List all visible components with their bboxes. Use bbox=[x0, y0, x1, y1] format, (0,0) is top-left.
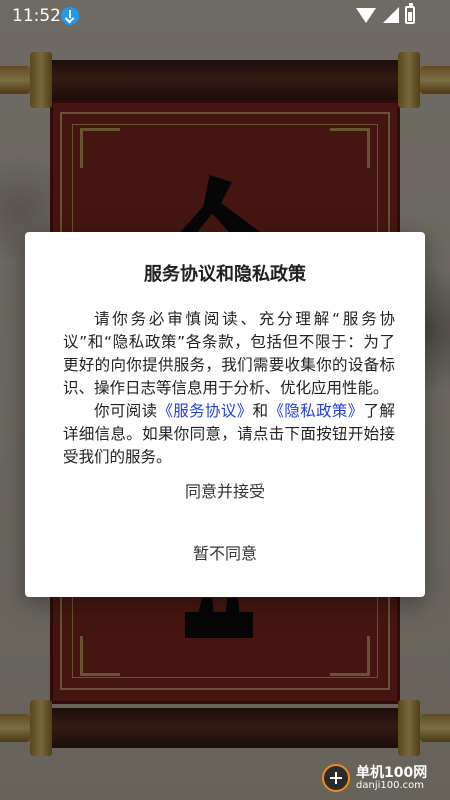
download-icon bbox=[61, 7, 79, 25]
disagree-button[interactable]: 暂不同意 bbox=[25, 534, 425, 574]
service-agreement-link[interactable]: 《服务协议》 bbox=[157, 402, 252, 420]
status-bar: 11:52 bbox=[0, 0, 450, 32]
wifi-icon bbox=[356, 8, 376, 23]
watermark-domain: danji100.com bbox=[356, 780, 424, 791]
dialog-paragraph: 你可阅读《服务协议》和《隐私政策》了解详细信息。如果你同意，请点击下面按钮开始接… bbox=[63, 400, 395, 469]
dialog-body: 请你务必审慎阅读、充分理解“服务协议”和“隐私政策”各条款，包括但不限于：为了更… bbox=[63, 308, 395, 469]
dialog-paragraph: 请你务必审慎阅读、充分理解“服务协议”和“隐私政策”各条款，包括但不限于：为了更… bbox=[63, 310, 395, 397]
status-time: 11:52 bbox=[12, 6, 61, 26]
dialog-title: 服务协议和隐私政策 bbox=[144, 264, 306, 285]
watermark-logo-icon bbox=[322, 764, 350, 792]
signal-icon bbox=[383, 7, 399, 23]
privacy-dialog: 服务协议和隐私政策 请你务必审慎阅读、充分理解“服务协议”和“隐私政策”各条款，… bbox=[25, 232, 425, 597]
watermark-name: 单机100网 bbox=[356, 765, 428, 781]
privacy-policy-link[interactable]: 《隐私政策》 bbox=[268, 402, 363, 420]
paragraph-text: 你可阅读 bbox=[94, 402, 158, 420]
battery-icon bbox=[405, 3, 415, 24]
paragraph-text: 和 bbox=[252, 402, 269, 420]
agree-button[interactable]: 同意并接受 bbox=[25, 472, 425, 512]
